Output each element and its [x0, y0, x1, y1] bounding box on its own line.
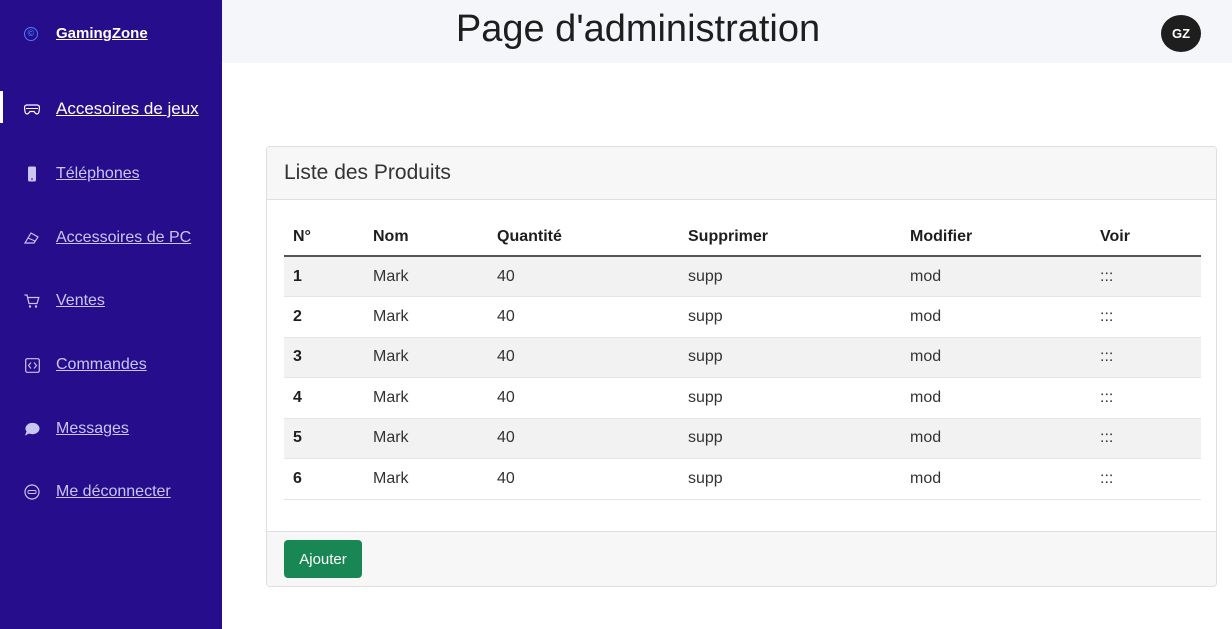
product-quantity: 40: [488, 337, 679, 378]
code-box-icon: [24, 357, 40, 373]
delete-link[interactable]: supp: [679, 418, 901, 459]
product-name: Mark: [364, 337, 488, 378]
sidebar-item-deconnecter[interactable]: Me déconnecter: [0, 472, 222, 512]
table-row: 2 Mark 40 supp mod :::: [284, 296, 1201, 338]
row-number: 6: [284, 458, 364, 500]
sidebar-item-messages[interactable]: Messages: [0, 409, 222, 449]
edit-link[interactable]: mod: [901, 296, 1091, 338]
product-quantity: 40: [488, 256, 679, 297]
products-card: Liste des Produits N° Nom Quantité Suppr…: [266, 146, 1217, 587]
sidebar-item-ventes[interactable]: Ventes: [0, 281, 222, 321]
column-header: Supprimer: [679, 218, 901, 257]
delete-link[interactable]: supp: [679, 296, 901, 338]
row-number: 1: [284, 256, 364, 297]
cart-icon: [24, 293, 40, 309]
product-quantity: 40: [488, 458, 679, 500]
column-header: Modifier: [901, 218, 1091, 257]
sidebar-item-label: Téléphones: [56, 165, 140, 182]
view-link[interactable]: :::: [1091, 458, 1201, 500]
product-name: Mark: [364, 458, 488, 500]
delete-link[interactable]: supp: [679, 458, 901, 500]
product-name: Mark: [364, 418, 488, 459]
product-name: Mark: [364, 296, 488, 338]
column-header: Nom: [364, 218, 488, 257]
product-name: Mark: [364, 377, 488, 419]
mouse-icon: [24, 230, 40, 246]
column-header: Quantité: [488, 218, 679, 257]
add-button[interactable]: Ajouter: [284, 540, 362, 578]
sidebar-item-label: Me déconnecter: [56, 483, 171, 500]
active-indicator: [0, 91, 3, 123]
sidebar-item-commandes[interactable]: Commandes: [0, 345, 222, 385]
sidebar-item-label: Accesoires de jeux: [56, 99, 199, 118]
sidebar-item-accessoires-pc[interactable]: Accessoires de PC: [0, 218, 222, 258]
row-number: 5: [284, 418, 364, 459]
edit-link[interactable]: mod: [901, 377, 1091, 419]
sidebar-item-label: Commandes: [56, 356, 147, 373]
edit-link[interactable]: mod: [901, 256, 1091, 297]
delete-link[interactable]: supp: [679, 337, 901, 378]
logout-icon: [24, 484, 40, 500]
table-row: 4 Mark 40 supp mod :::: [284, 377, 1201, 419]
sidebar-item-accessoires-jeux[interactable]: Accesoires de jeux: [0, 89, 222, 129]
view-link[interactable]: :::: [1091, 296, 1201, 338]
column-header: Voir: [1091, 218, 1201, 257]
table-row: 6 Mark 40 supp mod :::: [284, 458, 1201, 500]
top-bar: Page d'administration GZ: [222, 0, 1232, 63]
sidebar: © GamingZone Accesoires de jeux Téléphon…: [0, 0, 222, 629]
row-number: 3: [284, 337, 364, 378]
table-row: 5 Mark 40 supp mod :::: [284, 418, 1201, 459]
card-title: Liste des Produits: [267, 147, 1216, 200]
card-footer: Ajouter: [267, 531, 1216, 586]
table-header-row: N° Nom Quantité Supprimer Modifier Voir: [284, 218, 1201, 257]
page-title: Page d'administration: [455, 8, 821, 50]
edit-link[interactable]: mod: [901, 418, 1091, 459]
view-link[interactable]: :::: [1091, 337, 1201, 378]
row-number: 2: [284, 296, 364, 338]
delete-link[interactable]: supp: [679, 256, 901, 297]
column-header: N°: [284, 218, 364, 257]
product-name: Mark: [364, 256, 488, 297]
sidebar-item-label: Ventes: [56, 292, 105, 309]
product-quantity: 40: [488, 377, 679, 419]
row-number: 4: [284, 377, 364, 419]
brand-name[interactable]: GamingZone: [56, 25, 148, 42]
view-link[interactable]: :::: [1091, 377, 1201, 419]
view-link[interactable]: :::: [1091, 256, 1201, 297]
sidebar-item-label: Messages: [56, 420, 129, 437]
chat-bubble-icon: [24, 421, 40, 437]
copyright-icon: ©: [24, 26, 38, 41]
product-quantity: 40: [488, 296, 679, 338]
sidebar-item-telephones[interactable]: Téléphones: [0, 154, 222, 194]
phone-icon: [24, 166, 40, 182]
table-row: 3 Mark 40 supp mod :::: [284, 337, 1201, 378]
products-table: N° Nom Quantité Supprimer Modifier Voir …: [284, 218, 1201, 500]
table-row: 1 Mark 40 supp mod :::: [284, 256, 1201, 297]
brand[interactable]: © GamingZone: [24, 25, 148, 42]
sidebar-item-label: Accessoires de PC: [56, 229, 192, 246]
product-quantity: 40: [488, 418, 679, 459]
delete-link[interactable]: supp: [679, 377, 901, 419]
gamepad-icon: [24, 101, 40, 117]
view-link[interactable]: :::: [1091, 418, 1201, 459]
edit-link[interactable]: mod: [901, 458, 1091, 500]
avatar[interactable]: GZ: [1161, 15, 1201, 52]
edit-link[interactable]: mod: [901, 337, 1091, 378]
